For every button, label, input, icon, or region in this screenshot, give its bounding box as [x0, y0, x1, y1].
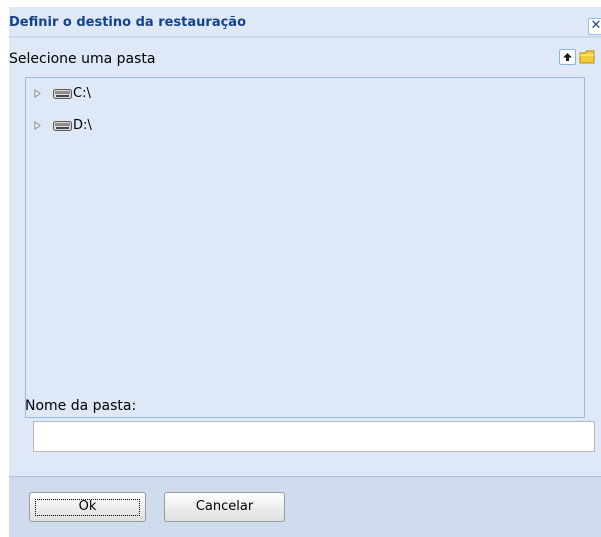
- restore-destination-dialog: Definir o destino da restauração ✕ Selec…: [9, 7, 601, 537]
- dialog-title: Definir o destino da restauração: [9, 15, 246, 30]
- close-icon: ✕: [590, 18, 601, 33]
- folder-browser-panel: Selecione uma pasta C:\ D:\ Nome da past…: [9, 38, 601, 477]
- dialog-titlebar: Definir o destino da restauração ✕: [9, 7, 601, 37]
- parent-folder-button[interactable]: [559, 49, 576, 65]
- expand-arrow-icon[interactable]: [34, 121, 41, 130]
- folder-tree: C:\ D:\: [25, 77, 585, 418]
- tree-node-d-drive[interactable]: D:\: [34, 118, 154, 136]
- folder-name-label: Nome da pasta:: [25, 398, 137, 414]
- tree-node-label: D:\: [73, 118, 92, 133]
- hard-drive-icon: [53, 89, 72, 99]
- expand-arrow-icon[interactable]: [34, 89, 41, 98]
- new-folder-button[interactable]: [579, 49, 596, 65]
- tree-node-label: C:\: [73, 86, 91, 101]
- close-button[interactable]: ✕: [588, 18, 601, 35]
- tree-node-c-drive[interactable]: C:\: [34, 86, 154, 104]
- cancel-button[interactable]: Cancelar: [164, 492, 285, 522]
- cancel-button-label: Cancelar: [195, 499, 254, 514]
- ok-button[interactable]: Ok: [29, 492, 146, 522]
- select-folder-label: Selecione uma pasta: [9, 51, 156, 67]
- ok-button-label: Ok: [78, 499, 97, 514]
- folder-name-input[interactable]: [33, 421, 595, 452]
- hard-drive-icon: [53, 121, 72, 131]
- folder-icon: [579, 50, 595, 64]
- arrow-up-icon: [563, 53, 572, 61]
